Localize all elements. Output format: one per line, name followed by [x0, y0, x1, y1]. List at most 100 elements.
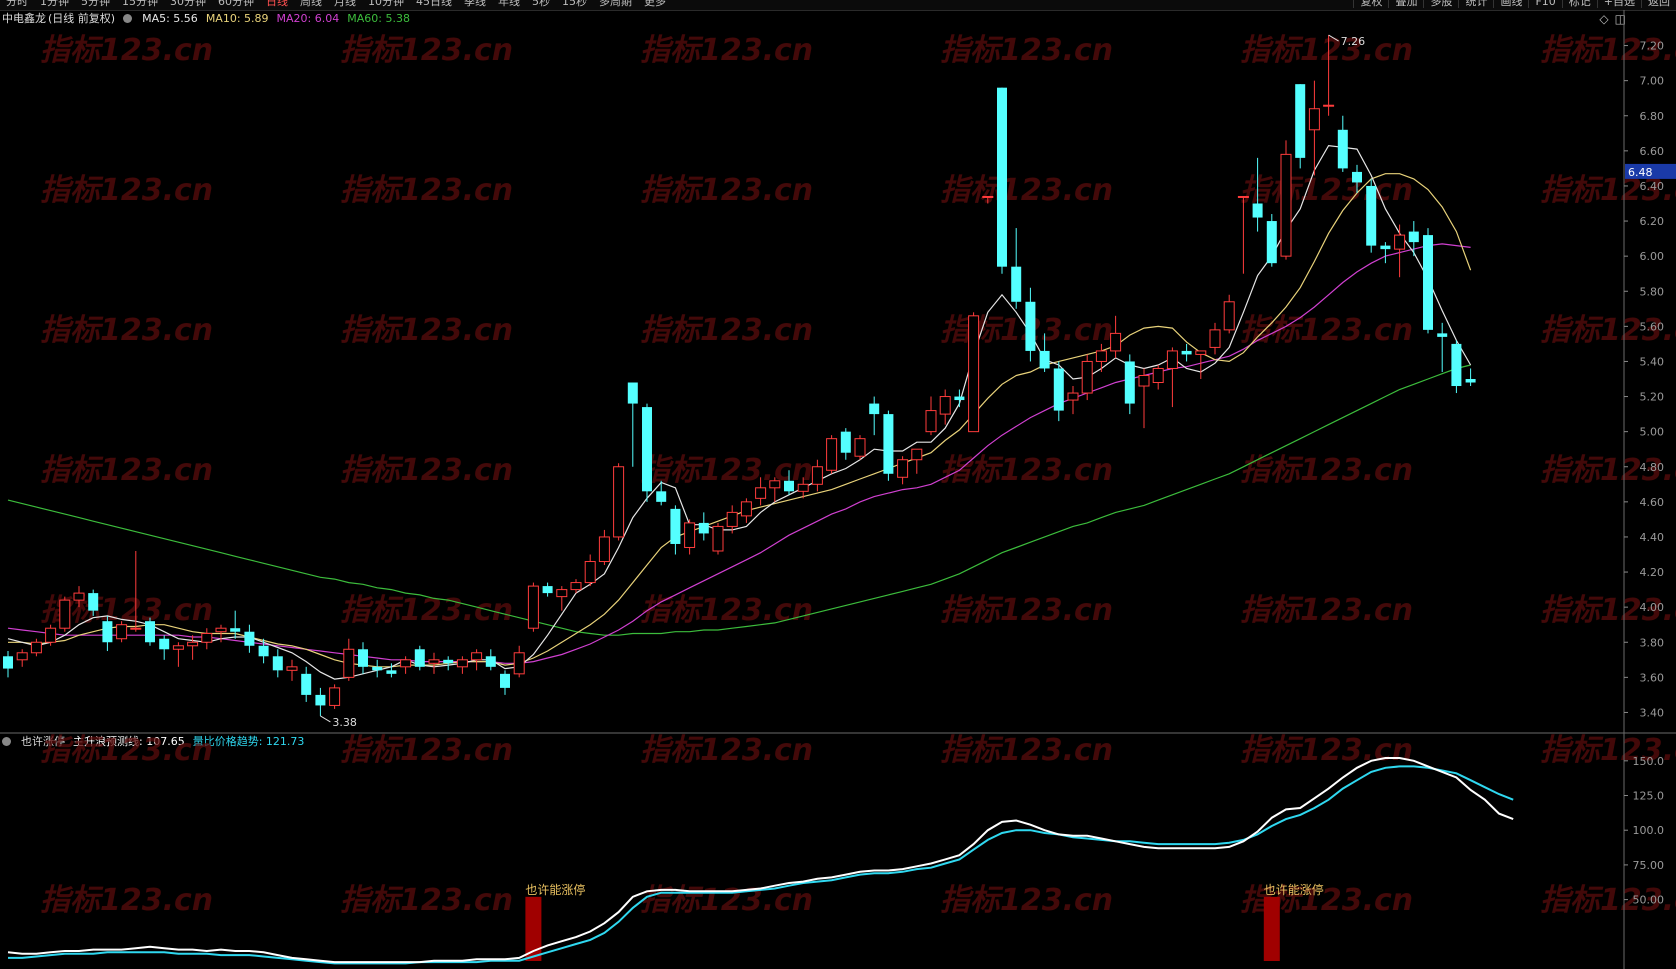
candle-body-up	[982, 195, 994, 198]
signal-label: 也许能涨停	[1264, 882, 1324, 897]
watermark: 指标123.cn	[340, 453, 513, 488]
candle-body-up	[613, 466, 625, 538]
price-tick-label: 4.60	[1640, 496, 1665, 509]
candle-body-up	[343, 648, 355, 678]
candle-body-up	[513, 652, 525, 675]
candle-body-down	[386, 670, 397, 674]
watermark: 指标123.cn	[40, 883, 213, 918]
candle-body-up	[1095, 350, 1107, 362]
candle-body-up	[187, 641, 199, 647]
price-tick-label: 5.60	[1640, 320, 1665, 333]
candle-body-down	[997, 87, 1007, 267]
candle-body-down	[145, 621, 155, 643]
indicator-panel: 也许能涨停 也许能涨停	[7, 757, 1514, 965]
candle-body-up	[1110, 332, 1122, 352]
candle-body-down	[642, 407, 652, 492]
candle-body-down	[88, 593, 99, 611]
indicator-tick-label: 50.00	[1633, 894, 1665, 907]
candle-body-up	[456, 659, 468, 668]
candle-body-down	[883, 414, 894, 474]
watermark: 指标123.cn	[1240, 453, 1413, 488]
candle-body-up	[556, 589, 568, 598]
candle-body-up	[1280, 153, 1292, 257]
candle-body-up	[201, 632, 213, 643]
candle-body-up	[911, 448, 923, 461]
price-tick-label: 6.20	[1640, 215, 1665, 228]
price-tick-label: 5.00	[1640, 426, 1665, 439]
candle-body-up	[712, 525, 724, 552]
price-tick-label: 4.80	[1640, 461, 1665, 474]
candle-body-down	[1465, 379, 1476, 383]
low-label: 3.38	[332, 716, 357, 729]
watermark: 指标123.cn	[40, 733, 213, 768]
price-tick-label: 4.40	[1640, 531, 1665, 544]
candle-body-up	[1081, 360, 1093, 394]
candle-body-up	[811, 466, 823, 485]
candle-body-down	[1181, 350, 1192, 355]
candle-body-up	[968, 315, 980, 433]
candle-body-up	[897, 459, 909, 478]
price-tick-label: 5.80	[1640, 285, 1665, 298]
price-tick-label: 3.40	[1640, 706, 1665, 719]
candle-body-up	[797, 483, 809, 492]
watermark: 指标123.cn	[40, 173, 213, 208]
candle-body-up	[471, 652, 483, 661]
candle-body-down	[1266, 221, 1277, 264]
candle-body-down	[485, 656, 496, 667]
watermark: 指标123.cn	[340, 593, 513, 628]
candle-body-down	[1252, 203, 1263, 218]
candle-body-up	[584, 561, 596, 584]
candle-body-down	[3, 656, 13, 669]
candle-body-up	[740, 501, 752, 517]
candle-body-up	[1308, 108, 1320, 131]
candle-body-down	[244, 631, 255, 646]
indicator-line-2	[8, 765, 1514, 965]
candle-body-up	[769, 480, 781, 489]
candle-body-down	[656, 491, 667, 502]
candle-body-up	[598, 536, 610, 563]
candle-body-down	[869, 403, 880, 415]
watermark: 指标123.cn	[940, 453, 1113, 488]
candle-body-up	[1166, 350, 1178, 369]
candle-body-up	[215, 627, 227, 633]
watermark: 指标123.cn	[40, 453, 213, 488]
candle-body-down	[443, 659, 454, 664]
candle-body-down	[542, 586, 553, 594]
candle-body-down	[840, 431, 851, 453]
watermark: 指标123.cn	[640, 33, 813, 68]
candle-body-up	[1152, 367, 1164, 384]
candle-body-down	[670, 508, 681, 544]
candle-body-down	[159, 638, 170, 650]
candle-body-down	[372, 666, 383, 671]
candle-body-up	[30, 641, 42, 654]
price-tick-label: 3.60	[1640, 671, 1665, 684]
watermark: 指标123.cn	[640, 733, 813, 768]
candle-body-down	[1451, 343, 1462, 387]
watermark: 指标123.cn	[640, 883, 813, 918]
signal-bar	[1263, 896, 1280, 961]
price-axis: 7.20 7.00 6.80 6.60 6.40 6.20 6.00 5.80 5.60 5.40…	[0, 10, 1676, 969]
price-tick-label: 6.80	[1640, 110, 1665, 123]
high-label: 7.26	[1341, 35, 1366, 48]
candle-body-up	[854, 438, 866, 457]
kline-chart[interactable]: 指标123.cn 指标123.cn 指标123.cn 指标123.cn 指标123.cn…	[0, 0, 1676, 969]
candle-body-down	[272, 656, 283, 671]
candle-body-up	[16, 652, 28, 661]
candle-body-down	[358, 649, 368, 667]
candle-body-down	[1352, 171, 1362, 183]
candle-body-up	[1138, 374, 1150, 387]
watermark: 指标123.cn	[40, 313, 213, 348]
indicator-tick-label: 100.0	[1633, 824, 1665, 837]
candle-body-down	[954, 396, 965, 401]
candle-body-down	[258, 645, 269, 657]
price-tick-label: 6.00	[1640, 250, 1665, 263]
candle-body-up	[925, 410, 937, 433]
candle-body-down	[500, 673, 510, 688]
watermark: 指标123.cn	[40, 33, 213, 68]
candle-body-up	[1237, 195, 1249, 198]
signal-label: 也许能涨停	[525, 882, 585, 897]
candle-body-up	[59, 599, 71, 629]
watermark: 指标123.cn	[1240, 593, 1413, 628]
candle-body-up	[527, 585, 539, 629]
candle-body-down	[1366, 185, 1377, 246]
